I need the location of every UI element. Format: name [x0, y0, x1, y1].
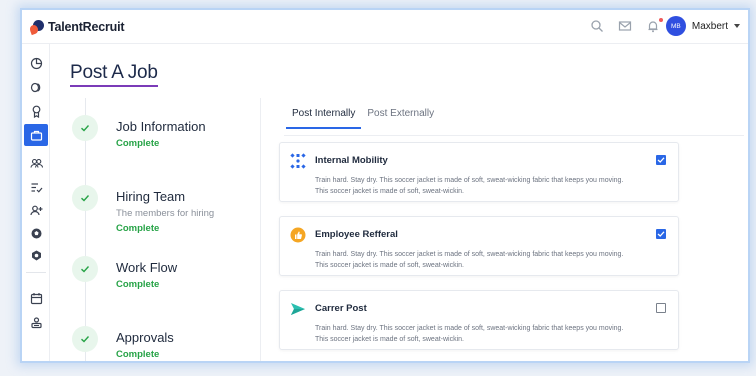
tab-post-externally[interactable]: Post Externally: [361, 108, 440, 129]
app-name: TalentRecruit: [48, 20, 125, 34]
badge-icon[interactable]: [24, 244, 48, 266]
option-description: Train hard. Stay dry. This soccer jacket…: [315, 325, 624, 343]
step-status: Complete: [116, 138, 160, 149]
users-icon[interactable]: [24, 152, 48, 174]
app-logo[interactable]: TalentRecruit: [28, 19, 125, 36]
option-description: Train hard. Stay dry. This soccer jacket…: [315, 251, 624, 269]
list-check-icon[interactable]: [24, 176, 48, 198]
logo-mark-icon: [28, 19, 46, 36]
calendar-icon[interactable]: [24, 287, 48, 309]
check-icon: [72, 256, 98, 282]
step-subtitle: The members for hiring: [116, 208, 215, 219]
step-title: Hiring Team: [116, 189, 186, 204]
mail-icon[interactable]: [618, 19, 632, 33]
option-checkbox[interactable]: [656, 155, 666, 165]
pie-chart-icon[interactable]: [24, 52, 48, 74]
search-icon[interactable]: [590, 19, 604, 33]
sidebar: [22, 44, 50, 361]
option-card-career-post[interactable]: Carrer Post Train hard. Stay dry. This s…: [279, 290, 679, 350]
id-card-icon[interactable]: [24, 311, 48, 333]
check-icon: [72, 326, 98, 352]
notification-dot: [659, 18, 663, 22]
soccer-ball-icon[interactable]: [24, 222, 48, 244]
chevron-down-icon[interactable]: [734, 24, 740, 28]
award-icon[interactable]: [24, 100, 48, 122]
app-window: TalentRecruit MB Maxbert Post A Job Job …: [20, 8, 750, 363]
briefcase-icon[interactable]: [24, 124, 48, 146]
check-icon: [72, 185, 98, 211]
step-status: Complete: [116, 279, 160, 290]
mobility-icon: [290, 153, 306, 169]
tab-post-internally[interactable]: Post Internally: [286, 108, 362, 129]
page-title: Post A Job: [70, 62, 158, 87]
send-icon: [290, 301, 306, 317]
bell-icon[interactable]: [646, 18, 663, 33]
user-plus-icon[interactable]: [24, 199, 48, 221]
option-checkbox[interactable]: [656, 303, 666, 313]
coins-icon[interactable]: [24, 76, 48, 98]
user-name[interactable]: Maxbert: [692, 21, 728, 32]
top-bar: TalentRecruit MB Maxbert: [22, 10, 748, 44]
option-title: Internal Mobility: [315, 155, 388, 166]
option-title: Employee Refferal: [315, 229, 398, 240]
option-checkbox[interactable]: [656, 229, 666, 239]
post-tabs: Post Internally Post Externally: [286, 108, 440, 129]
option-title: Carrer Post: [315, 303, 367, 314]
option-card-internal-mobility[interactable]: Internal Mobility Train hard. Stay dry. …: [279, 142, 679, 202]
steps-panel: Job Information Complete Hiring Team The…: [58, 98, 261, 361]
user-menu[interactable]: MB Maxbert: [665, 16, 740, 36]
step-title: Approvals: [116, 330, 174, 345]
step-status: Complete: [116, 349, 160, 360]
step-status: Complete: [116, 223, 160, 234]
option-card-employee-referral[interactable]: Employee Refferal Train hard. Stay dry. …: [279, 216, 679, 276]
thumbs-up-icon: [290, 227, 306, 243]
avatar[interactable]: MB: [665, 16, 686, 36]
step-title: Job Information: [116, 119, 206, 134]
sidebar-divider: [26, 272, 46, 273]
option-description: Train hard. Stay dry. This soccer jacket…: [315, 177, 624, 195]
step-title: Work Flow: [116, 260, 178, 275]
tabs-divider: [284, 135, 744, 136]
check-icon: [72, 115, 98, 141]
